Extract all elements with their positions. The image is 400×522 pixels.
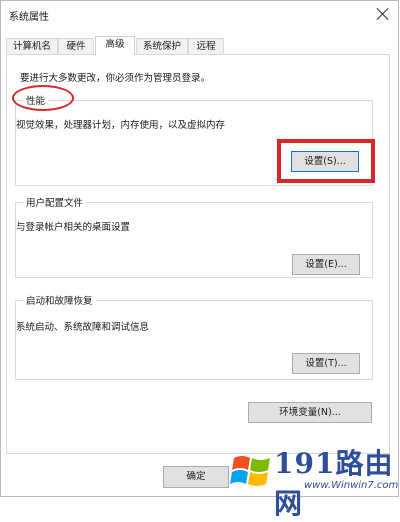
title-bar: 系统属性 — [1, 1, 398, 29]
tab-hardware[interactable]: 硬件 — [58, 38, 94, 54]
site-watermark: 191路由网 www.Winwin7.com — [228, 440, 400, 520]
tab-system-protection[interactable]: 系统保护 — [136, 38, 188, 54]
performance-highlight-circle — [12, 85, 74, 111]
watermark-url: www.Winwin7.com — [304, 480, 399, 491]
admin-notice: 要进行大多数更改，你必须作为管理员登录。 — [20, 73, 211, 84]
environment-variables-button[interactable]: 环境变量(N)... — [248, 402, 372, 423]
startup-recovery-settings-button[interactable]: 设置(T)... — [292, 353, 360, 374]
startup-recovery-description: 系统启动、系统故障和调试信息 — [16, 322, 150, 333]
user-profile-description: 与登录帐户相关的桌面设置 — [16, 222, 131, 233]
user-profile-settings-button[interactable]: 设置(E)... — [292, 254, 360, 275]
tab-advanced[interactable]: 高级 — [95, 36, 135, 55]
window-title: 系统属性 — [9, 12, 49, 23]
startup-recovery-label: 启动和故障恢复 — [23, 293, 96, 307]
user-profile-label: 用户配置文件 — [23, 195, 87, 209]
close-icon[interactable] — [374, 5, 392, 23]
settings-button-highlight-box — [277, 139, 375, 183]
tab-remote[interactable]: 远程 — [188, 38, 224, 54]
performance-description: 视觉效果，处理器计划，内存使用，以及虚拟内存 — [16, 120, 226, 131]
tab-computer-name[interactable]: 计算机名 — [6, 38, 58, 54]
windows-logo-icon — [230, 456, 270, 486]
ok-button[interactable]: 确定 — [163, 466, 229, 488]
